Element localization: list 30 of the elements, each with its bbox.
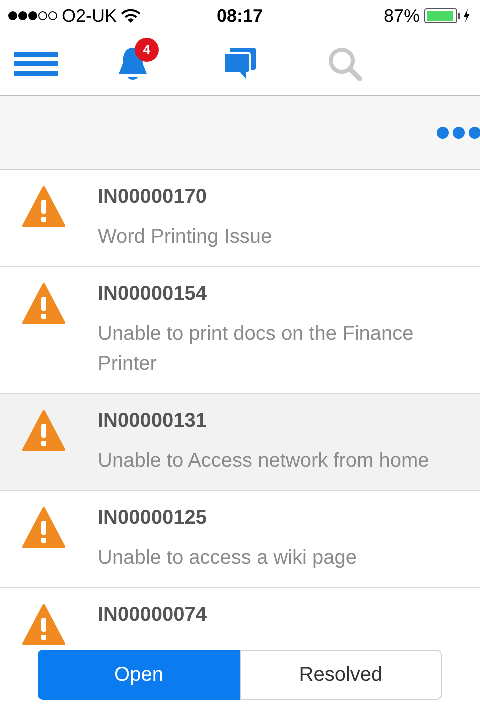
signal-icon — [8, 11, 58, 21]
incident-title: Unable to print docs on the Finance Printer — [98, 322, 415, 377]
notifications-button[interactable]: 4 — [80, 38, 186, 82]
segment-tab[interactable]: Resolved — [240, 650, 442, 700]
incident-id: IN00000170 — [98, 185, 208, 210]
incident-id: IN00000074 — [98, 603, 207, 628]
incident-title: Unable to Access network from home — [98, 449, 430, 474]
battery-percent: 87% — [384, 4, 420, 28]
warning-icon — [22, 283, 66, 325]
warning-icon — [22, 410, 66, 452]
chat-bubbles-icon — [222, 48, 256, 80]
search-icon — [328, 46, 362, 80]
more-icon — [436, 126, 480, 140]
incident-id: IN00000131 — [98, 409, 208, 434]
incident-id: IN00000154 — [98, 282, 208, 307]
incident-id: IN00000125 — [98, 506, 208, 531]
notification-badge: 4 — [135, 38, 159, 62]
clock-time: 08:17 — [216, 4, 264, 28]
more-button[interactable] — [436, 126, 480, 140]
wifi-icon — [121, 8, 142, 24]
incident-title: Unable to access a wiki page — [98, 546, 358, 571]
carrier-name: O2-UK — [62, 4, 118, 28]
incident-title: Word Printing Issue — [98, 225, 272, 250]
warning-icon — [22, 507, 66, 549]
incident-row[interactable]: IN00000131 Unable to Access network from home — [0, 394, 480, 491]
warning-icon — [22, 186, 66, 228]
menu-icon — [14, 52, 58, 76]
segment-tab[interactable]: Open — [38, 650, 240, 700]
warning-icon — [22, 604, 66, 646]
battery-charging-icon — [424, 7, 472, 25]
